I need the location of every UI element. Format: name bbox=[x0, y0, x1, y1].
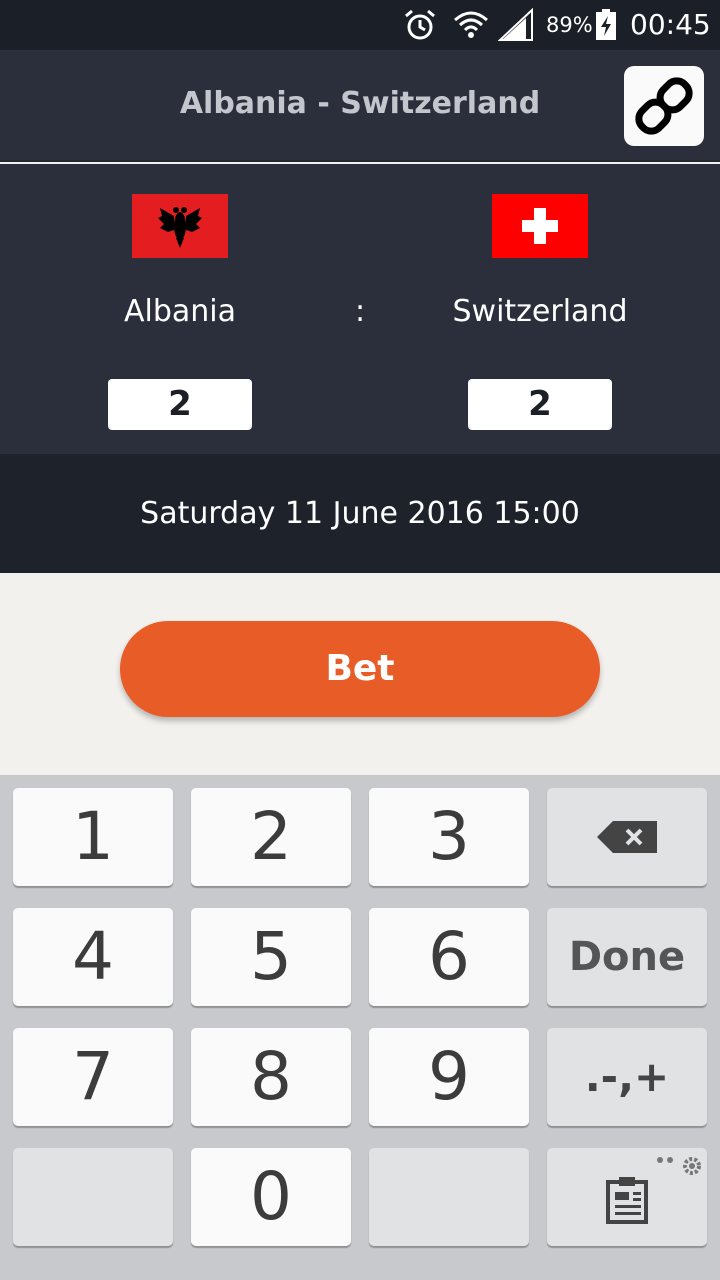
key-label: 9 bbox=[428, 1038, 470, 1115]
battery-charging-icon bbox=[596, 9, 616, 40]
key-1[interactable]: 1 bbox=[13, 788, 173, 886]
key-label: 6 bbox=[428, 918, 470, 995]
key-label: 4 bbox=[72, 918, 114, 995]
signal-icon bbox=[498, 8, 533, 41]
clipboard-key[interactable] bbox=[547, 1148, 707, 1246]
match-datetime: Saturday 11 June 2016 15:00 bbox=[140, 496, 580, 531]
key-5[interactable]: 5 bbox=[191, 908, 351, 1006]
backspace-icon bbox=[597, 821, 657, 853]
key-7[interactable]: 7 bbox=[13, 1028, 173, 1126]
clock-time: 00:45 bbox=[630, 8, 711, 41]
blank-key-right bbox=[369, 1148, 529, 1246]
key-0[interactable]: 0 bbox=[191, 1148, 351, 1246]
settings-gear-icon bbox=[657, 1157, 701, 1175]
bet-button[interactable]: Bet bbox=[120, 621, 600, 717]
home-team-name: Albania bbox=[123, 294, 237, 329]
key-label: 3 bbox=[428, 798, 470, 875]
done-key[interactable]: Done bbox=[547, 908, 707, 1006]
symbols-key[interactable]: .-,+ bbox=[547, 1028, 707, 1126]
status-bar: 89% 00:45 bbox=[0, 0, 720, 50]
backspace-key[interactable] bbox=[547, 788, 707, 886]
away-team-name: Switzerland bbox=[452, 294, 628, 329]
match-panel: Albania : Switzerland 2 2 bbox=[0, 164, 720, 454]
battery-percent: 89% bbox=[546, 13, 593, 37]
wifi-icon bbox=[454, 11, 488, 38]
key-6[interactable]: 6 bbox=[369, 908, 529, 1006]
key-2[interactable]: 2 bbox=[191, 788, 351, 886]
page-title: Albania - Switzerland bbox=[179, 86, 541, 121]
key-label: 0 bbox=[250, 1158, 292, 1235]
key-label: 7 bbox=[72, 1038, 114, 1115]
key-3[interactable]: 3 bbox=[369, 788, 529, 886]
blank-key-left bbox=[13, 1148, 173, 1246]
clipboard-icon bbox=[606, 1177, 648, 1224]
symbols-label: .-,+ bbox=[584, 1052, 670, 1101]
albania-flag bbox=[132, 194, 228, 258]
home-score-input[interactable]: 2 bbox=[108, 379, 252, 430]
share-link-button[interactable] bbox=[624, 66, 704, 146]
key-8[interactable]: 8 bbox=[191, 1028, 351, 1126]
key-9[interactable]: 9 bbox=[369, 1028, 529, 1126]
match-datetime-bar: Saturday 11 June 2016 15:00 bbox=[0, 454, 720, 573]
key-label: 5 bbox=[250, 918, 292, 995]
key-4[interactable]: 4 bbox=[13, 908, 173, 1006]
away-score-input[interactable]: 2 bbox=[468, 379, 612, 430]
bet-area: Bet bbox=[0, 573, 720, 775]
switzerland-flag bbox=[492, 194, 588, 258]
done-label: Done bbox=[568, 934, 686, 980]
numeric-keyboard: 1 2 3 4 5 6 Done 7 8 9 .-,+ 0 bbox=[0, 775, 720, 1280]
key-label: 2 bbox=[250, 798, 292, 875]
link-chain-icon bbox=[635, 77, 693, 135]
alarm-icon bbox=[405, 9, 435, 40]
key-label: 8 bbox=[250, 1038, 292, 1115]
key-label: 1 bbox=[72, 798, 114, 875]
app-header: Albania - Switzerland bbox=[0, 50, 720, 162]
